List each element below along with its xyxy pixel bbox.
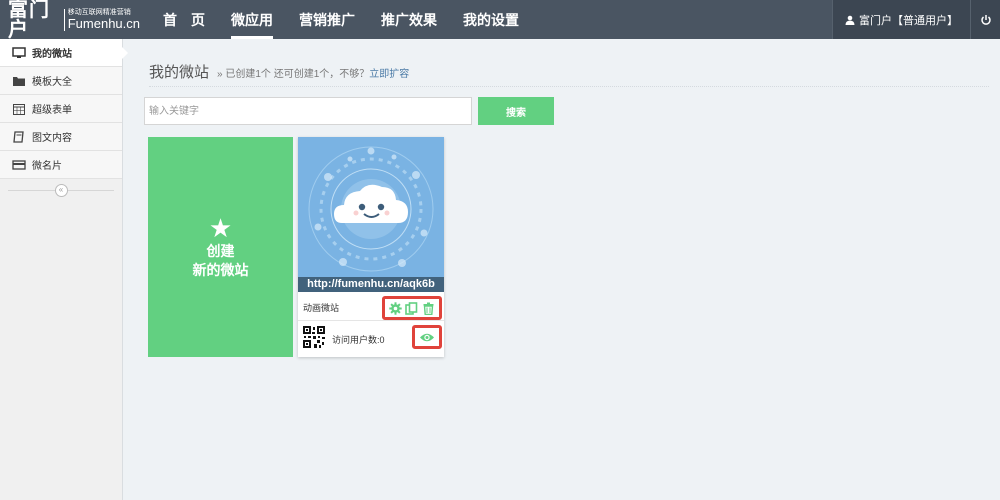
power-icon [980,14,991,25]
logo-domain: Fumenhu.cn [67,16,140,31]
logo-subtext: 移动互联网精准营销 Fumenhu.cn [68,8,140,31]
folder-icon [12,75,26,87]
sidebar-item-label: 模板大全 [32,77,72,88]
calendar-icon [12,103,26,115]
site-card: http://fumenhu.cn/aqk6b 动画微站 访问用户数:0 [298,137,444,357]
page-title: 我的微站 [149,64,210,81]
site-url[interactable]: http://fumenhu.cn/aqk6b [298,277,444,292]
sidebar-item-business-card[interactable]: 微名片 [0,151,122,179]
sidebar-item-my-sites[interactable]: 我的微站 [0,39,128,67]
user-icon [845,15,855,25]
nav-results[interactable]: 推广效果 [368,0,450,39]
sidebar-item-templates[interactable]: 模板大全 [0,67,122,95]
page-subtitle: » 已创建1个 还可创建1个，不够？立即扩容 [217,65,409,80]
gear-icon[interactable] [389,301,402,315]
create-line-2: 新的微站 [192,262,249,278]
search-button[interactable]: 搜索 [478,97,554,125]
copy-icon[interactable] [405,301,418,315]
logo[interactable]: 富门户 移动互联网精准营销 Fumenhu.cn [0,0,140,41]
logout-button[interactable] [970,0,1000,39]
trash-icon[interactable] [422,302,435,315]
sidebar-collapse-row: « [0,179,122,201]
sidebar: 我的微站 模板大全 超级表单 图文内容 微名片 « [0,39,128,500]
top-navbar: 富门户 移动互联网精准营销 Fumenhu.cn 首 页 微应用 营销推广 推广… [0,0,1000,41]
qr-code-icon[interactable] [303,326,325,348]
create-line-1: 创建 [206,243,235,259]
book-icon [12,130,26,143]
nav-home[interactable]: 首 页 [150,0,218,39]
site-card-actions-row: 动画微站 [298,292,444,321]
main-content: 我的微站 » 已创建1个 还可创建1个，不够？立即扩容 搜索 ★ 创建 新的微站 [124,39,1000,500]
card-icon [12,159,26,171]
collapse-sidebar-button[interactable]: « [54,183,68,197]
site-thumbnail[interactable]: http://fumenhu.cn/aqk6b [298,137,444,292]
nav-marketing[interactable]: 营销推广 [286,0,368,39]
site-actions-highlight [382,296,442,320]
user-menu[interactable]: 富门户【普通用户】 [832,0,970,39]
user-label: 富门户【普通用户】 [859,14,958,27]
site-card-stats-row: 访问用户数:0 [298,322,444,357]
logo-text: 富门户 [8,0,50,41]
sidebar-item-articles[interactable]: 图文内容 [0,123,122,151]
nav-settings[interactable]: 我的设置 [450,0,532,39]
cloud-illustration [298,137,444,292]
sidebar-item-forms[interactable]: 超级表单 [0,95,122,123]
monitor-icon [12,46,26,59]
star-icon: ★ [208,213,233,243]
page-header: 我的微站 » 已创建1个 还可创建1个，不够？立即扩容 [149,61,989,87]
site-name: 动画微站 [303,303,340,313]
create-site-card[interactable]: ★ 创建 新的微站 [148,137,293,357]
logo-divider [63,8,65,31]
preview-highlight [412,325,442,349]
search-input[interactable] [144,97,472,125]
quota-text: » 已创建1个 还可创建1个，不够？ [217,69,370,80]
eye-icon[interactable] [419,332,435,343]
expand-link[interactable]: 立即扩容 [369,69,409,80]
main-nav: 首 页 微应用 营销推广 推广效果 我的设置 [150,0,532,39]
sidebar-item-label: 我的微站 [32,49,72,60]
nav-micro-apps[interactable]: 微应用 [218,0,286,39]
sidebar-item-label: 超级表单 [32,105,72,116]
sidebar-item-label: 图文内容 [32,133,72,144]
visitor-count: 访问用户数:0 [332,335,385,345]
sidebar-item-label: 微名片 [32,161,62,172]
